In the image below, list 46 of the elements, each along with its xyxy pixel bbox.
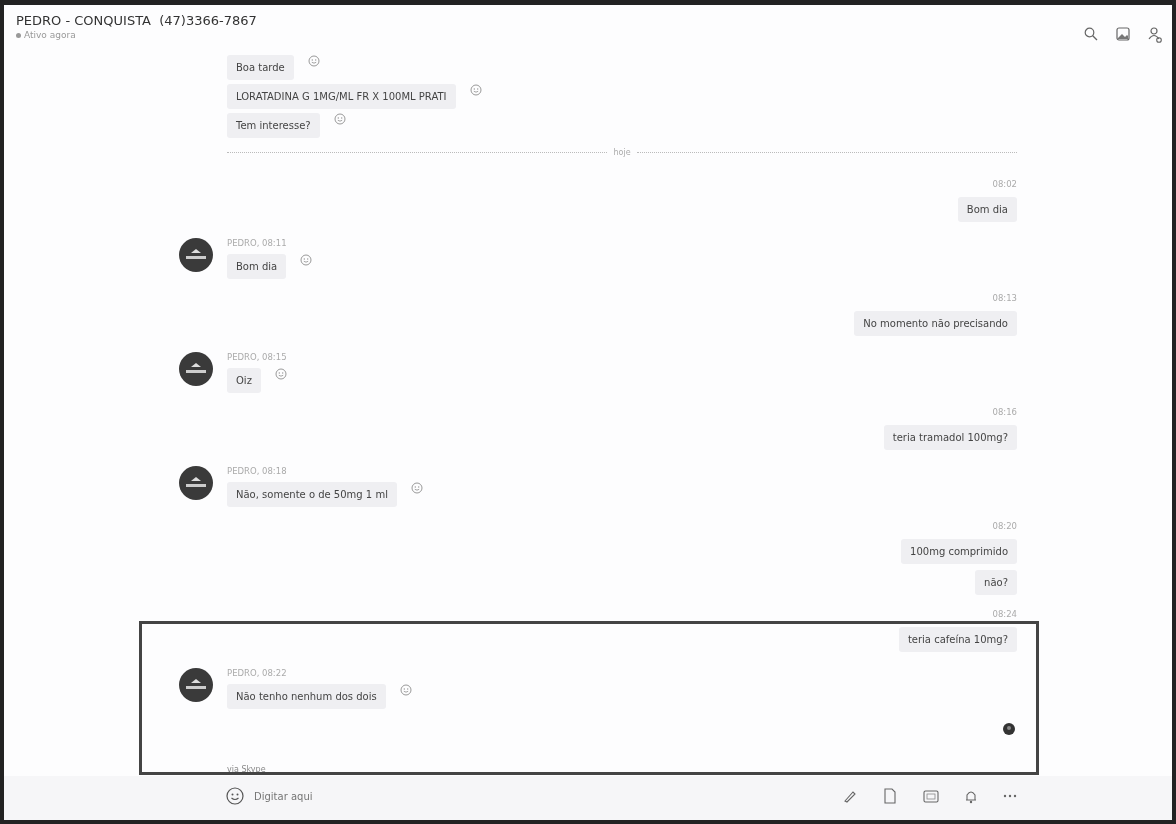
gallery-icon[interactable] (1116, 27, 1130, 41)
message-time: 08:02 (992, 179, 1017, 189)
add-person-icon[interactable] (1148, 27, 1162, 43)
smiley-icon[interactable] (307, 55, 320, 67)
message-bubble: teria cafeína 10mg? (898, 627, 1017, 652)
message-bubble: Tem interesse? (227, 113, 320, 138)
message-bubble: Boa tarde (227, 55, 294, 80)
date-divider: hoje (613, 148, 631, 157)
message-bubble: LORATADINA G 1MG/ML FR X 100ML PRATI (227, 84, 456, 109)
message-time: 08:24 (992, 609, 1017, 619)
sender-time: PEDRO, 08:11 (227, 238, 288, 248)
smiley-icon[interactable] (300, 254, 313, 266)
message-bubble: Não, somente o de 50mg 1 ml (227, 482, 397, 507)
message-bubble: Bom dia (957, 197, 1017, 222)
sender-time: PEDRO, 08:22 (227, 668, 288, 678)
sender-time: PEDRO, 08:15 (227, 352, 287, 362)
avatar-icon (179, 668, 213, 702)
sender-time: PEDRO, 08:18 (227, 466, 288, 476)
contact-name: PEDRO - CONQUISTA (47)3366-7867 (16, 13, 257, 28)
message-bubble: No momento não precisando (854, 311, 1017, 336)
pen-icon[interactable] (843, 789, 857, 803)
message-time: 08:20 (992, 521, 1017, 531)
emoji-icon[interactable] (226, 787, 244, 805)
search-icon[interactable] (1084, 27, 1098, 41)
card-icon[interactable] (923, 789, 939, 803)
avatar-icon (179, 466, 213, 500)
message-bubble: não? (975, 570, 1017, 595)
message-time: 08:16 (992, 407, 1017, 417)
message-bubble: Não tenho nenhum dos dois (227, 684, 386, 709)
smiley-icon[interactable] (410, 482, 423, 494)
message-bubble: Oiz (227, 368, 261, 393)
message-time: 08:13 (992, 293, 1017, 303)
message-bubble: 100mg comprimido (901, 539, 1017, 564)
avatar-icon (179, 238, 213, 272)
smiley-icon[interactable] (469, 84, 482, 96)
message-bubble: teria tramadol 100mg? (883, 425, 1017, 450)
message-bubble: Bom dia (227, 254, 287, 279)
presence-status: Ativo agora (16, 30, 257, 40)
message-input[interactable]: Digitar aqui (252, 789, 835, 803)
smiley-icon[interactable] (399, 684, 412, 696)
more-icon[interactable] (1003, 794, 1017, 798)
file-icon[interactable] (883, 788, 897, 804)
smiley-icon[interactable] (274, 368, 287, 380)
smiley-icon[interactable] (333, 113, 346, 125)
read-receipt-icon (1003, 723, 1015, 735)
avatar-icon (179, 352, 213, 386)
